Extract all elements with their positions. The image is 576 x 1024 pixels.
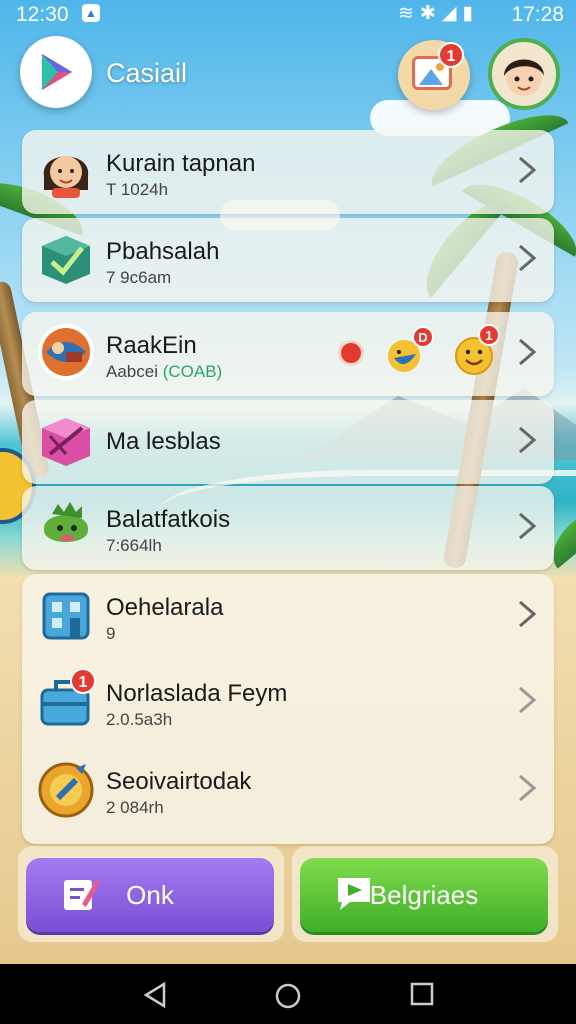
list-item-subtitle: 2 084rh <box>106 798 164 817</box>
chevron-right-icon <box>516 598 538 630</box>
play-logo-icon <box>42 54 72 90</box>
list-item[interactable]: Oehelarala 9 <box>22 574 554 658</box>
chevron-right-icon <box>516 684 538 716</box>
list-item-subtitle: 9 <box>106 624 116 643</box>
chevron-right-icon <box>516 336 538 368</box>
list-item-title: Ma lesblas <box>106 428 221 455</box>
bluetooth-icon: ✱ <box>419 3 442 24</box>
list-item-title: Pbahsalah <box>106 238 220 265</box>
list-item-subtitle: T 1024h <box>106 180 169 199</box>
list-item-title: Oehelarala <box>106 594 224 621</box>
right-button-container: Belgriaes <box>292 846 558 942</box>
list-item-subtitle: Aabcei (COAB) <box>106 362 222 382</box>
game-art-icon <box>38 324 94 380</box>
app-logo-button[interactable] <box>20 36 92 108</box>
emoji-badge-count: D <box>412 326 434 348</box>
briefcase-badge: 1 <box>70 668 96 694</box>
recents-icon[interactable] <box>410 982 434 1006</box>
app-notification-icon: ▲ <box>82 4 100 22</box>
list-item[interactable]: Pbahsalah 7 9c6am <box>22 218 554 302</box>
smiley-badge-count: 1 <box>478 324 500 346</box>
green-box-icon <box>42 236 90 284</box>
blue-building-icon <box>42 592 90 640</box>
list-item-subtitle: 2.0.5a3h <box>106 710 173 729</box>
list-item-title: Norlaslada Feym <box>106 680 288 707</box>
system-nav-bar <box>0 964 576 1024</box>
primary-action-button[interactable]: Belgriaes <box>300 858 548 932</box>
left-button-container: Onk <box>18 846 284 942</box>
list-item-title: RaakEin <box>106 332 197 359</box>
list-item[interactable]: RaakEin Aabcei (COAB) D 1 <box>22 312 554 396</box>
list-item-subtitle: 7 9c6am <box>106 268 172 287</box>
avatar-girl-icon <box>43 156 89 198</box>
gold-medal-icon <box>38 762 94 818</box>
list-item-subtitle-prefix: Aabcei <box>106 362 158 381</box>
gallery-button[interactable]: 1 <box>398 40 470 110</box>
red-dot-icon[interactable] <box>338 340 364 366</box>
list-item[interactable]: Seoivairtodak 2 084rh <box>22 748 554 832</box>
ok-button-label: Onk <box>126 880 174 910</box>
pink-box-icon <box>42 418 90 466</box>
gallery-badge: 1 <box>438 42 464 68</box>
chevron-right-icon <box>516 242 538 274</box>
wifi-icon: ≋ <box>398 3 420 24</box>
ok-button[interactable]: Onk <box>26 858 274 932</box>
list-item-subtitle: 7:664lh <box>106 536 162 555</box>
chevron-right-icon <box>516 772 538 804</box>
status-time-right: 17:28 <box>511 3 564 26</box>
status-time-left: 12:30 <box>16 3 69 26</box>
profile-avatar-icon <box>504 59 544 96</box>
list-item-title: Seoivairtodak <box>106 768 252 795</box>
chevron-right-icon <box>516 510 538 542</box>
list-item[interactable]: Balatfatkois 7:664lh <box>22 486 554 570</box>
status-bar: 12:30 ▲ ≋✱◢▮ 17:28 <box>0 0 576 30</box>
profile-avatar[interactable] <box>488 38 560 110</box>
chevron-right-icon <box>516 424 538 456</box>
list-item[interactable]: Kurain tapnan T 1024h <box>22 130 554 214</box>
list-item[interactable]: 1 Norlaslada Feym 2.0.5a3h <box>22 660 554 744</box>
app-title: Casiail <box>106 58 188 88</box>
list-item-title: Kurain tapnan <box>106 150 256 177</box>
chevron-right-icon <box>516 154 538 186</box>
list-item-title: Balatfatkois <box>106 506 231 533</box>
list-item-subtitle-tag: (COAB) <box>162 362 223 381</box>
list-item[interactable]: Ma lesblas <box>22 400 554 484</box>
primary-action-button-label: Belgriaes <box>369 880 479 910</box>
back-icon[interactable] <box>142 982 168 1008</box>
system-status-icons: ≋✱◢▮ <box>398 2 479 25</box>
battery-icon: ▮ <box>462 3 479 24</box>
home-icon[interactable] <box>274 982 302 1010</box>
green-creature-icon <box>43 502 89 542</box>
signal-icon: ◢ <box>441 3 463 24</box>
